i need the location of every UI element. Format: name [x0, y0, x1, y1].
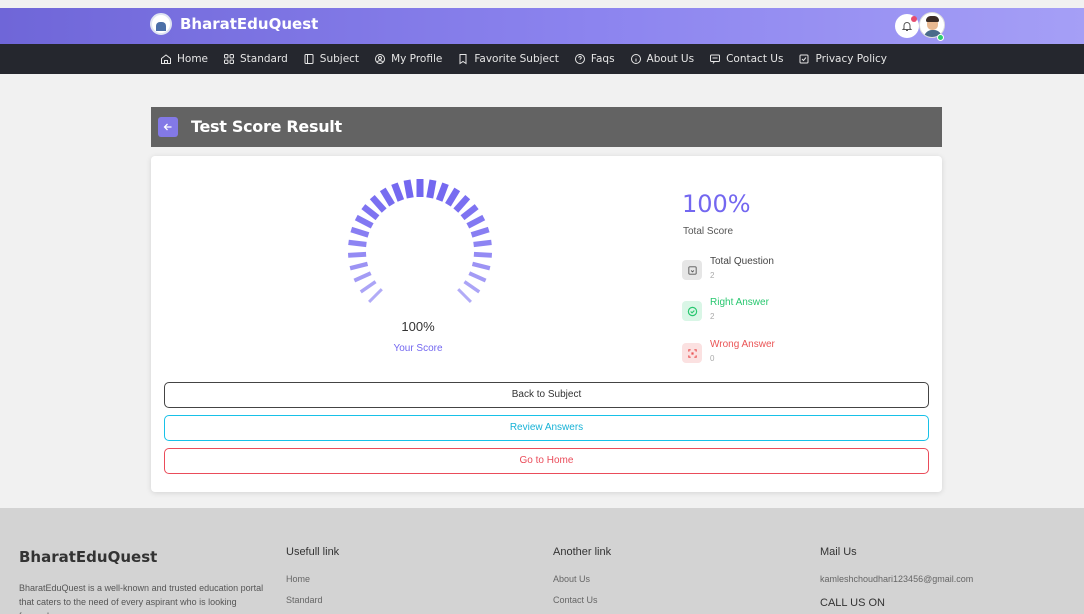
- gauge-segment: [348, 239, 367, 248]
- gauge-segment: [453, 194, 471, 213]
- footer-description: BharatEduQuest is a well-known and trust…: [19, 583, 264, 614]
- nav-item-standard[interactable]: Standard: [223, 53, 288, 65]
- gauge-segment: [470, 226, 490, 238]
- user-circle-icon: [375, 54, 386, 64]
- nav-label: Standard: [240, 53, 288, 65]
- online-status-dot: [937, 34, 944, 41]
- page-title: Test Score Result: [191, 117, 342, 136]
- footer-useful-title: Usefull link: [286, 546, 340, 558]
- gauge-segment: [468, 271, 487, 283]
- gauge-segment: [354, 214, 374, 229]
- stat-value: 2: [710, 271, 715, 280]
- gauge-score-label: Your Score: [393, 343, 443, 354]
- stat-title: Wrong Answer: [710, 339, 775, 350]
- nav-item-faqs[interactable]: Faqs: [574, 53, 615, 65]
- gauge-segment: [379, 187, 395, 207]
- gauge-segment: [359, 280, 377, 294]
- nav-item-privacy-policy[interactable]: Privacy Policy: [798, 53, 887, 65]
- footer-link-home[interactable]: Home: [286, 574, 310, 584]
- result-card-header: Test Score Result: [151, 107, 942, 147]
- gauge-segment: [457, 288, 472, 303]
- stat-title: Right Answer: [710, 297, 769, 308]
- wrong-scan-icon: [682, 343, 702, 363]
- nav-label: Favorite Subject: [474, 53, 559, 65]
- nav-label: My Profile: [391, 53, 443, 65]
- review-answers-button[interactable]: Review Answers: [164, 415, 929, 441]
- gauge-segment: [471, 261, 491, 271]
- footer-link-standard[interactable]: Standard: [286, 595, 323, 605]
- gauge-segment: [349, 261, 369, 271]
- footer-mail-title: Mail Us: [820, 546, 857, 558]
- nav-label: Faqs: [590, 53, 615, 65]
- nav-item-about-us[interactable]: About Us: [630, 53, 695, 65]
- book-icon: [304, 54, 314, 64]
- gauge-segment: [473, 239, 492, 248]
- nav-item-contact-us[interactable]: Contact Us: [709, 53, 783, 65]
- total-score-value: 100%: [682, 190, 751, 218]
- footer-call-label: CALL US ON: [820, 597, 886, 609]
- nav-label: Subject: [319, 53, 360, 65]
- stat-title: Total Question: [710, 256, 774, 267]
- footer-email-link[interactable]: kamleshchoudhari123456@gmail.com: [820, 574, 973, 584]
- home-icon: [161, 54, 171, 64]
- question-list-icon: [682, 260, 702, 280]
- gauge-segment: [463, 280, 481, 294]
- stat-value: 0: [710, 354, 715, 363]
- notification-dot: [911, 16, 917, 22]
- info-icon: [630, 54, 641, 64]
- checklist-icon: [799, 54, 809, 64]
- nav-label: Privacy Policy: [815, 53, 888, 65]
- score-gauge: [347, 179, 493, 303]
- check-circle-icon: [682, 301, 702, 321]
- gauge-score-value: 100%: [401, 319, 435, 334]
- top-bar: BharatEduQuest: [0, 8, 1084, 44]
- brand[interactable]: BharatEduQuest: [150, 13, 318, 35]
- back-arrow-button[interactable]: [158, 117, 178, 137]
- nav-label: Home: [177, 53, 209, 65]
- go-to-home-button[interactable]: Go to Home: [164, 448, 929, 474]
- back-arrow-icon: [163, 123, 172, 131]
- gauge-segment: [391, 182, 405, 202]
- gauge-segment: [353, 271, 372, 283]
- grid-icon: [224, 54, 235, 64]
- gauge-segment: [473, 251, 493, 258]
- gauge-segment: [435, 182, 449, 202]
- gauge-segment: [369, 194, 387, 213]
- notification-bell-icon[interactable]: [895, 14, 919, 38]
- footer-another-title: Another link: [553, 546, 612, 558]
- gauge-segment: [466, 214, 486, 229]
- footer-link-contact-us[interactable]: Contact Us: [553, 595, 598, 605]
- nav-item-subject[interactable]: Subject: [303, 53, 359, 65]
- gauge-segment: [350, 226, 370, 238]
- gauge-segment: [368, 288, 383, 303]
- stat-value: 2: [710, 312, 715, 321]
- footer: BharatEduQuest BharatEduQuest is a well-…: [0, 508, 1084, 614]
- footer-link-about-us[interactable]: About Us: [553, 574, 590, 584]
- message-icon: [710, 54, 721, 64]
- nav-label: About Us: [646, 53, 695, 65]
- gauge-segment: [403, 179, 414, 199]
- gauge-segment: [460, 204, 479, 221]
- total-score-label: Total Score: [683, 226, 734, 237]
- gauge-segment: [361, 204, 380, 221]
- gauge-segment: [445, 187, 461, 207]
- question-icon: [574, 54, 585, 64]
- nav-label: Contact Us: [726, 53, 784, 65]
- brand-logo: [150, 13, 172, 35]
- nav-item-favorite-subject[interactable]: Favorite Subject: [457, 53, 559, 65]
- nav-item-my-profile[interactable]: My Profile: [374, 53, 442, 65]
- back-to-subject-button[interactable]: Back to Subject: [164, 382, 929, 408]
- main-navbar: Home Standard Subject My Profile Favorit…: [0, 44, 1084, 74]
- brand-name: BharatEduQuest: [180, 15, 319, 33]
- result-card: 100% Your Score 100% Total Score Total Q…: [151, 156, 942, 492]
- nav-item-home[interactable]: Home: [160, 53, 208, 65]
- gauge-segment: [426, 179, 437, 199]
- gauge-segment: [347, 251, 367, 258]
- bookmark-icon: [459, 54, 467, 65]
- footer-brand: BharatEduQuest: [19, 548, 158, 566]
